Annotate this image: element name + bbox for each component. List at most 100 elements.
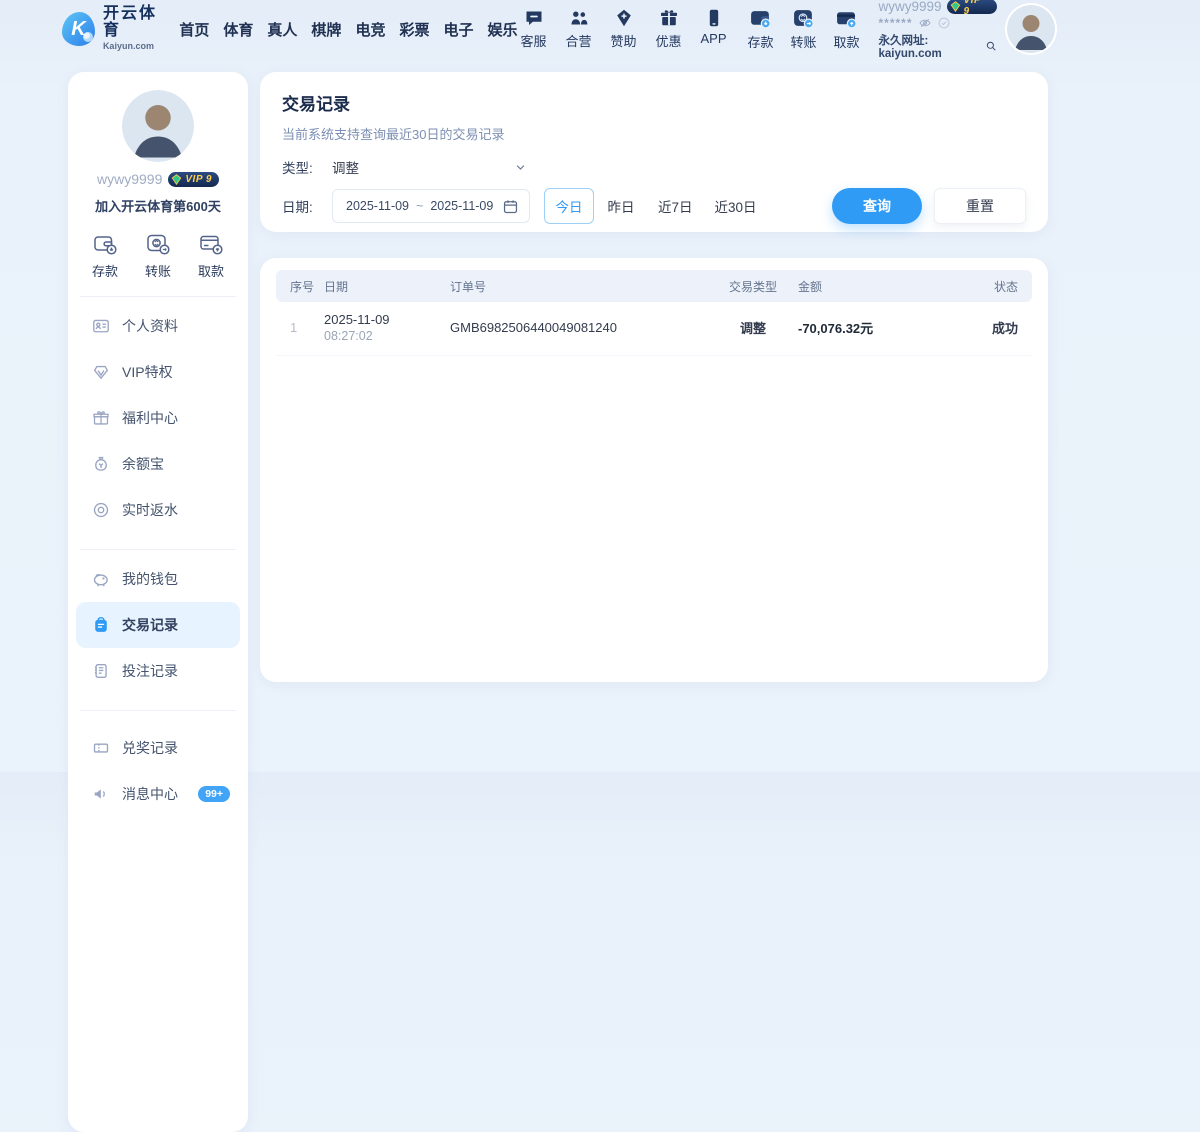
col-amount: 金额 [798,278,948,295]
brand-logo[interactable]: K 开云体育 Kaiyun.com [62,6,165,51]
vip-diamond-icon [92,363,110,381]
chat-icon [524,8,544,28]
rebate-icon [92,501,110,519]
piggy-bank-icon [92,570,110,588]
deposit-wallet-icon [749,7,772,30]
avatar-image [1007,5,1055,53]
filter-panel: 交易记录 当前系统支持查询最近30日的交易记录 类型: 调整 日期: 2025-… [260,72,1048,232]
date-filter-row: 日期: 2025-11-09 ~ 2025-11-09 今日 昨日 近7日 近3… [282,188,1026,224]
row-order-number: GMB6982506440049081240 [450,320,708,335]
range-yesterday[interactable]: 昨日 [596,188,646,224]
phone-icon [704,8,724,28]
date-label: 日期: [282,196,332,216]
search-icon[interactable] [985,39,997,53]
nav-item-entertainment[interactable]: 娱乐 [487,19,517,40]
partner-button[interactable]: 合营 [563,8,595,50]
deposit-icon [92,231,118,257]
calendar-icon [502,198,519,215]
diamond-icon [614,8,634,28]
sidebar-item-wallet[interactable]: 我的钱包 [68,556,248,602]
sidebar-menu-account: 个人资料 VIP特权 福利中心 余额宝 实时返水 [68,297,248,533]
profile-vip-badge: VIP 9 [168,172,219,187]
search-button[interactable]: 查询 [832,188,922,224]
nav-item-slots[interactable]: 电子 [443,19,473,40]
type-filter-row: 类型: 调整 [282,157,1026,177]
brand-name: 开云体育 [103,6,165,40]
sidebar-menu-misc: 兑奖记录 消息中心 99+ [68,711,248,817]
records-panel: 序号 日期 订单号 交易类型 金额 状态 1 2025-11-09 08:27:… [260,258,1048,682]
nav-item-sports[interactable]: 体育 [223,19,253,40]
type-select[interactable]: 调整 [332,157,528,177]
sidebar-item-bets[interactable]: 投注记录 [68,648,248,694]
row-status: 成功 [948,318,1018,337]
megaphone-icon [92,785,110,803]
kaiyun-logo-icon: K [62,12,95,46]
sidebar-item-messages[interactable]: 消息中心 99+ [68,771,248,817]
permanent-url-label: 永久网址: kaiyun.com [879,32,980,60]
promo-button[interactable]: 优惠 [653,8,685,50]
withdraw-icon [198,231,224,257]
gem-icon [171,174,182,185]
refresh-check-icon[interactable] [937,16,951,30]
nav-item-esports[interactable]: 电竞 [355,19,385,40]
nav-item-cards[interactable]: 棋牌 [311,19,341,40]
reset-button[interactable]: 重置 [934,188,1026,224]
app-download-button[interactable]: APP [698,8,730,50]
sidebar-item-rebate[interactable]: 实时返水 [68,487,248,533]
nav-item-home[interactable]: 首页 [179,19,209,40]
id-card-icon [92,317,110,335]
avatar[interactable] [1007,5,1055,53]
transfer-icon [145,231,171,257]
sidebar-wallet-actions: 存款 转账 取款 [68,231,248,280]
support-button[interactable]: 客服 [518,8,550,50]
profile-avatar [122,90,194,162]
user-info: wywy9999 VIP 9 ****** 永久网址: kaiyun.com [879,0,998,60]
sidebar-item-yuebao[interactable]: 余额宝 [68,441,248,487]
sidebar-item-transactions[interactable]: 交易记录 [76,602,240,648]
type-label: 类型: [282,157,332,177]
sidebar-item-vip[interactable]: VIP特权 [68,349,248,395]
range-30days[interactable]: 近30日 [705,188,767,224]
page-subtitle: 当前系统支持查询最近30日的交易记录 [282,124,1026,143]
eye-off-icon[interactable] [918,16,932,30]
col-date: 日期 [324,278,450,295]
nav-item-live[interactable]: 真人 [267,19,297,40]
sidebar-deposit-button[interactable]: 存款 [92,231,118,280]
transfer-icon [792,7,815,30]
gem-icon [950,1,961,12]
sidebar-item-benefits[interactable]: 福利中心 [68,395,248,441]
deposit-button[interactable]: 存款 [745,7,777,51]
vip-badge: VIP 9 [947,0,997,14]
notebook-icon [92,662,110,680]
wallet-links: 存款 转账 取款 [745,7,863,51]
chevron-down-icon [513,160,528,175]
col-index: 序号 [290,278,324,295]
date-end: 2025-11-09 [430,199,493,213]
transfer-button[interactable]: 转账 [788,7,820,51]
date-range-input[interactable]: 2025-11-09 ~ 2025-11-09 [332,189,530,223]
unread-count-badge: 99+ [198,786,230,802]
sidebar-item-prizes[interactable]: 兑奖记录 [68,725,248,771]
sponsor-button[interactable]: 赞助 [608,8,640,50]
range-7days[interactable]: 近7日 [648,188,703,224]
table-header: 序号 日期 订单号 交易类型 金额 状态 [276,270,1032,302]
range-today[interactable]: 今日 [544,188,594,224]
sidebar-menu-records: 我的钱包 交易记录 投注记录 [68,550,248,694]
page-title: 交易记录 [282,90,1026,115]
money-bag-icon [92,455,110,473]
withdraw-card-icon [835,7,858,30]
col-type: 交易类型 [708,278,798,295]
sidebar: wywy9999 VIP 9 加入开云体育第600天 存款 转账 取款 个人资料… [68,72,248,1132]
nav-item-lottery[interactable]: 彩票 [399,19,429,40]
date-start: 2025-11-09 [346,199,409,213]
username: wywy9999 [879,0,942,14]
brand-domain: Kaiyun.com [103,42,165,51]
masked-balance: ****** [879,16,913,30]
gift-icon [92,409,110,427]
quick-links: 客服 合营 赞助 优惠 APP [518,8,730,50]
sidebar-withdraw-button[interactable]: 取款 [198,231,224,280]
sidebar-item-profile[interactable]: 个人资料 [68,303,248,349]
sidebar-transfer-button[interactable]: 转账 [145,231,171,280]
withdraw-button[interactable]: 取款 [831,7,863,51]
transaction-book-icon [92,616,110,634]
